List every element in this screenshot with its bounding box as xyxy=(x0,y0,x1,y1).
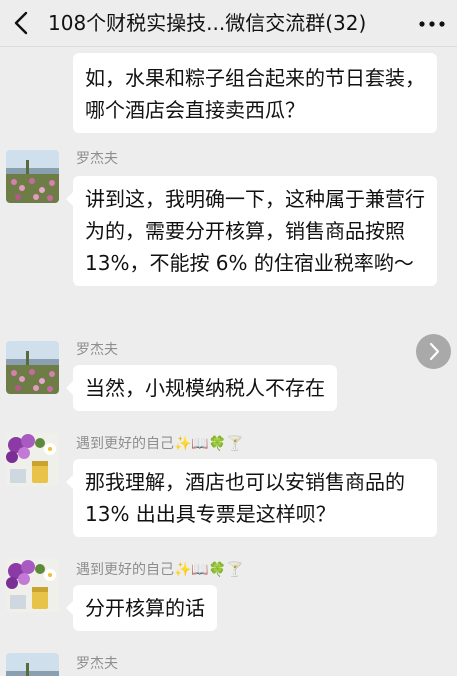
message-list[interactable]: 如，水果和粽子组合起来的节日套装，哪个酒店会直接卖西瓜？ 罗杰夫 讲到这，我明确… xyxy=(0,47,457,676)
flower-photo-avatar xyxy=(6,559,59,612)
message-text: 如，水果和粽子组合起来的节日套装，哪个酒店会直接卖西瓜？ xyxy=(85,66,425,122)
chat-title: 108个财税实操技...微信交流群(32) xyxy=(48,11,367,35)
chevron-right-icon xyxy=(429,342,440,361)
jump-to-latest-button[interactable] xyxy=(416,334,451,369)
message-text: 当然，小规模纳税人不存在 xyxy=(85,376,325,400)
avatar[interactable] xyxy=(6,341,59,394)
message-text: 讲到这，我明确一下，这种属于兼营行为的，需要分开核算，销售商品按照 13%，不能… xyxy=(85,187,425,275)
field-photo-avatar xyxy=(6,653,59,676)
avatar[interactable] xyxy=(6,150,59,203)
sender-name: 罗杰夫 xyxy=(76,656,118,672)
avatar[interactable] xyxy=(6,433,59,486)
chat-header: 108个财税实操技...微信交流群(32) xyxy=(0,0,457,47)
sender-name: 遇到更好的自己✨📖🍀🍸 xyxy=(76,562,244,578)
ellipsis-icon xyxy=(419,21,445,27)
message-text: 分开核算的话 xyxy=(85,596,205,620)
message-bubble[interactable]: 当然，小规模纳税人不存在 xyxy=(66,365,337,411)
chevron-left-icon xyxy=(14,11,28,35)
sender-name: 罗杰夫 xyxy=(76,151,118,167)
sender-name: 遇到更好的自己✨📖🍀🍸 xyxy=(76,436,244,452)
field-photo-avatar xyxy=(6,150,59,203)
field-photo-avatar xyxy=(6,341,59,394)
avatar[interactable] xyxy=(6,653,59,676)
message-bubble[interactable]: 分开核算的话 xyxy=(66,585,217,631)
avatar[interactable] xyxy=(6,559,59,612)
sender-name: 罗杰夫 xyxy=(76,342,118,358)
back-button[interactable] xyxy=(6,6,40,40)
more-button[interactable] xyxy=(417,10,447,38)
message-bubble[interactable]: 那我理解，酒店也可以安销售商品的 13% 出出具专票是这样呗？ xyxy=(66,459,437,537)
message-bubble[interactable]: 如，水果和粽子组合起来的节日套装，哪个酒店会直接卖西瓜？ xyxy=(73,53,437,133)
flower-photo-avatar xyxy=(6,433,59,486)
message-text: 那我理解，酒店也可以安销售商品的 13% 出出具专票是这样呗？ xyxy=(85,470,405,526)
message-bubble[interactable]: 讲到这，我明确一下，这种属于兼营行为的，需要分开核算，销售商品按照 13%，不能… xyxy=(66,176,437,286)
